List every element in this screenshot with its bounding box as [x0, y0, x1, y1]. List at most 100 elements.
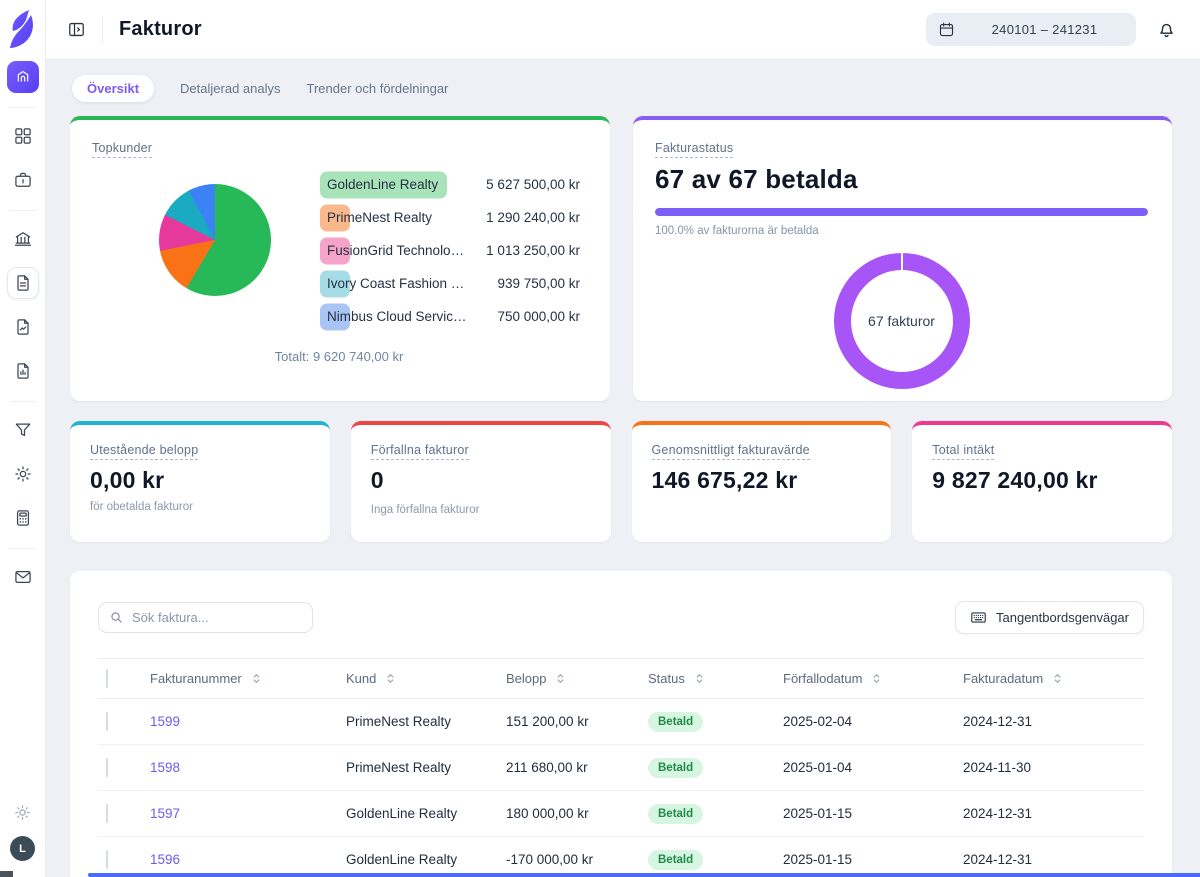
fakturastatus-title[interactable]: Fakturastatus — [655, 141, 733, 158]
stat-value: 146 675,22 kr — [652, 467, 872, 494]
row-checkbox[interactable] — [106, 850, 108, 869]
tab-detaljerad-analys[interactable]: Detaljerad analys — [180, 81, 280, 96]
invoice-number-link[interactable]: 1599 — [142, 714, 338, 729]
table-row[interactable]: 1598 PrimeNest Realty 211 680,00 kr Beta… — [98, 745, 1144, 791]
amount-cell: 180 000,00 kr — [498, 806, 640, 821]
paid-progress-fill — [655, 208, 1148, 216]
stat-title[interactable]: Utestående belopp — [90, 443, 198, 460]
fakturastatus-card: Fakturastatus 67 av 67 betalda 100.0% av… — [633, 116, 1172, 401]
invoices-file-icon[interactable] — [7, 267, 39, 299]
customer-cell: PrimeNest Realty — [338, 760, 498, 775]
invoice-date-cell: 2024-12-31 — [955, 852, 1144, 867]
notifications-bell-icon[interactable] — [1152, 16, 1180, 44]
select-all-checkbox[interactable] — [106, 669, 108, 688]
column-header-fakturadatum[interactable]: Fakturadatum — [955, 671, 1144, 686]
fakturastatus-donut-chart[interactable]: 67 fakturor — [834, 253, 970, 389]
status-badge: Betald — [648, 758, 703, 778]
workspace-badge-icon[interactable] — [7, 61, 39, 93]
column-header-kund[interactable]: Kund — [338, 671, 498, 686]
legend-item[interactable]: PrimeNest Realty 1 290 240,00 kr — [327, 201, 580, 234]
due-date-cell: 2025-02-04 — [775, 714, 955, 729]
topkunder-total: Totalt: 9 620 740,00 kr — [92, 349, 586, 364]
stat-subtitle: för obetalda fakturor — [90, 501, 310, 513]
invoice-date-cell: 2024-12-31 — [955, 806, 1144, 821]
due-date-cell: 2025-01-15 — [775, 852, 955, 867]
legend-item[interactable]: Ivory Coast Fashion … 939 750,00 kr — [327, 267, 580, 300]
user-avatar[interactable]: L — [10, 836, 35, 861]
topkunder-legend: GoldenLine Realty 5 627 500,00 kr PrimeN… — [327, 168, 580, 333]
settings-gear-icon[interactable] — [7, 458, 39, 490]
table-row[interactable]: 1597 GoldenLine Realty 180 000,00 kr Bet… — [98, 791, 1144, 837]
sidebar-divider — [10, 548, 36, 549]
stat-value: 0 — [371, 467, 591, 494]
paid-subtext: 100.0% av fakturorna är betalda — [655, 225, 1148, 237]
calculator-icon[interactable] — [7, 502, 39, 534]
invoice-number-link[interactable]: 1598 — [142, 760, 338, 775]
bank-icon[interactable] — [7, 223, 39, 255]
invoice-number-link[interactable]: 1596 — [142, 852, 338, 867]
app-logo-flame-icon[interactable] — [8, 7, 38, 53]
paid-progress-bar — [655, 208, 1148, 216]
sort-icon — [251, 673, 262, 684]
page-title: Fakturor — [119, 18, 202, 41]
theme-toggle-sun-icon[interactable] — [7, 796, 39, 828]
tab-oversikt[interactable]: Översikt — [72, 75, 154, 102]
due-date-cell: 2025-01-04 — [775, 760, 955, 775]
sidebar: L — [0, 0, 46, 877]
topkunder-card: Topkunder GoldenLine Realty 5 627 500,00… — [70, 116, 610, 401]
sort-icon — [385, 673, 396, 684]
column-header-belopp[interactable]: Belopp — [498, 671, 640, 686]
date-range-picker[interactable]: 240101 – 241231 — [926, 13, 1136, 46]
table-row[interactable]: 1599 PrimeNest Realty 151 200,00 kr Beta… — [98, 699, 1144, 745]
tab-trender[interactable]: Trender och fördelningar — [307, 81, 449, 96]
main-content: Översikt Detaljerad analys Trender och f… — [46, 60, 1200, 877]
column-header-fakturanummer[interactable]: Fakturanummer — [142, 671, 338, 686]
stat-card-utestaende: Utestående belopp 0,00 kr för obetalda f… — [70, 421, 330, 542]
topkunder-title[interactable]: Topkunder — [92, 141, 152, 158]
donut-center-label: 67 fakturor — [834, 253, 970, 389]
invoice-table: Fakturanummer Kund Belopp Status Förfall… — [98, 658, 1144, 877]
legend-item[interactable]: FusionGrid Technolo… 1 013 250,00 kr — [327, 234, 580, 267]
invoice-date-cell: 2024-11-30 — [955, 760, 1144, 775]
sidebar-toggle-button[interactable] — [62, 16, 90, 44]
row-checkbox[interactable] — [106, 712, 108, 731]
sidebar-divider — [10, 401, 36, 402]
stat-title[interactable]: Genomsnittligt fakturavärde — [652, 443, 810, 460]
search-input[interactable] — [132, 610, 308, 625]
filter-funnel-icon[interactable] — [7, 414, 39, 446]
stat-title[interactable]: Förfallna fakturor — [371, 443, 469, 460]
customer-cell: GoldenLine Realty — [338, 806, 498, 821]
row-checkbox[interactable] — [106, 758, 108, 777]
column-header-status[interactable]: Status — [640, 671, 775, 686]
invoice-table-card: Tangentbordsgenvägar Fakturanummer Kund … — [70, 571, 1172, 877]
sort-icon — [1052, 673, 1063, 684]
search-box — [98, 602, 313, 633]
row-checkbox[interactable] — [106, 804, 108, 823]
invoice-number-link[interactable]: 1597 — [142, 806, 338, 821]
sidebar-divider — [10, 210, 36, 211]
legend-item[interactable]: Nimbus Cloud Servic… 750 000,00 kr — [327, 300, 580, 333]
header-divider — [102, 16, 103, 44]
stat-card-forfallna: Förfallna fakturor 0 Inga förfallna fakt… — [351, 421, 611, 542]
dashboard-grid-icon[interactable] — [7, 120, 39, 152]
stat-card-total-intakt: Total intäkt 9 827 240,00 kr — [912, 421, 1172, 542]
customer-cell: GoldenLine Realty — [338, 852, 498, 867]
paid-headline: 67 av 67 betalda — [655, 164, 1148, 195]
keyboard-shortcuts-button[interactable]: Tangentbordsgenvägar — [955, 601, 1144, 634]
date-range-value: 240101 – 241231 — [965, 22, 1124, 37]
calendar-icon — [938, 21, 955, 38]
topkunder-pie-chart[interactable] — [159, 184, 271, 296]
invoice-date-cell: 2024-12-31 — [955, 714, 1144, 729]
table-row[interactable]: 1596 GoldenLine Realty -170 000,00 kr Be… — [98, 837, 1144, 877]
column-header-forfallodatum[interactable]: Förfallodatum — [775, 671, 955, 686]
legend-item[interactable]: GoldenLine Realty 5 627 500,00 kr — [327, 168, 580, 201]
file-trend-icon[interactable] — [7, 311, 39, 343]
search-icon — [109, 610, 124, 625]
file-chart-icon[interactable] — [7, 355, 39, 387]
status-badge: Betald — [648, 712, 703, 732]
status-badge: Betald — [648, 804, 703, 824]
stat-title[interactable]: Total intäkt — [932, 443, 994, 460]
briefcase-icon[interactable] — [7, 164, 39, 196]
tab-bar: Översikt Detaljerad analys Trender och f… — [70, 75, 1172, 102]
mail-icon[interactable] — [7, 561, 39, 593]
